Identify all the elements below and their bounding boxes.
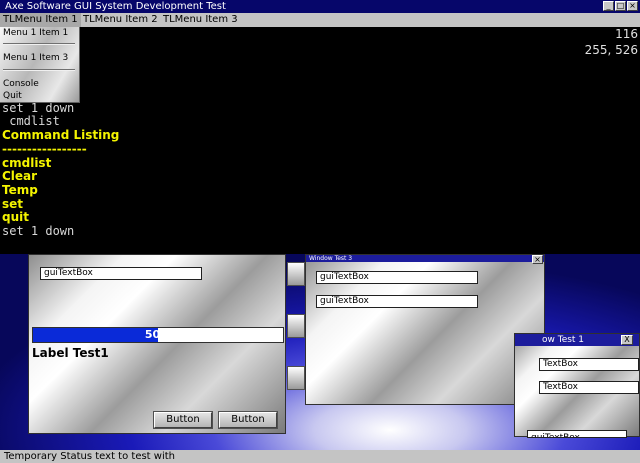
text-box-2[interactable]: TextBox [539, 381, 639, 394]
text-box-1[interactable]: guiTextBox [316, 271, 478, 284]
console-line: cmdlist [2, 114, 60, 129]
window-title: ow Test 1 [542, 335, 585, 345]
coord-readout-1: 116 [615, 27, 638, 41]
test-window-right: ow Test 1 X TextBox TextBox guiTextBox [514, 333, 640, 438]
text-box-3[interactable]: guiTextBox [527, 430, 627, 438]
menu-item-3[interactable]: TLMenu Item 3 [160, 13, 241, 27]
progress-text: 50% [144, 328, 172, 341]
dropdown-menu: Menu 1 Item 1 Menu 1 Item 3 Console Quit [0, 27, 80, 103]
window-title: Axe Software GUI System Development Test [5, 1, 226, 12]
menu-separator [3, 69, 75, 71]
console-line: quit [2, 210, 29, 225]
menu-item-2[interactable]: TLMenu Item 2 [80, 13, 161, 27]
button-2[interactable]: Button [218, 411, 278, 429]
text-box-2[interactable]: guiTextBox [316, 295, 478, 308]
label-test1: Label Test1 [32, 346, 109, 360]
menu-separator [3, 43, 75, 45]
console-line: Command Listing [2, 128, 120, 143]
window-title-bar[interactable]: Window Test 3 [306, 255, 544, 262]
minimize-button[interactable]: _ [603, 1, 614, 11]
menu-bar: TLMenu Item 1 TLMenu Item 2 TLMenu Item … [0, 13, 640, 27]
console-panel[interactable]: 116 255, 526 set 2 upset 1 down cmdlistC… [0, 27, 640, 254]
title-bar[interactable]: Axe Software GUI System Development Test… [0, 0, 640, 13]
coord-readout-2: 255, 526 [584, 43, 638, 57]
console-line: cmdlist [2, 155, 52, 170]
console-line: set 1 down [2, 224, 75, 238]
status-bar: Temporary Status text to test with [0, 450, 640, 463]
progress-bar: 50% [32, 327, 284, 343]
test-window-left: guiTextBox 50% Label Test1 Button Button [28, 254, 286, 434]
console-line: ----------------- [2, 141, 87, 156]
close-icon[interactable]: × [532, 255, 543, 264]
menu-item-1[interactable]: TLMenu Item 1 [0, 13, 81, 27]
dropdown-item-menu1-item3[interactable]: Menu 1 Item 3 [3, 53, 68, 63]
close-icon[interactable]: X [621, 335, 633, 345]
status-text: Temporary Status text to test with [4, 451, 175, 462]
maximize-button[interactable]: □ [615, 1, 626, 11]
console-line: set [2, 196, 24, 211]
button-1[interactable]: Button [153, 411, 213, 429]
side-tab-1[interactable] [287, 262, 305, 286]
console-line: Temp [2, 182, 38, 197]
dropdown-item-menu1-item1[interactable]: Menu 1 Item 1 [3, 28, 68, 38]
text-box-1[interactable]: TextBox [539, 358, 639, 371]
side-tab-2[interactable] [287, 314, 305, 338]
text-box[interactable]: guiTextBox [40, 267, 202, 280]
dropdown-item-quit[interactable]: Quit [3, 91, 22, 101]
close-button[interactable]: × [627, 1, 638, 11]
dropdown-item-console[interactable]: Console [3, 79, 39, 89]
console-line: Clear [2, 169, 38, 184]
side-tab-3[interactable] [287, 366, 305, 390]
test-window-middle: Window Test 3 × guiTextBox guiTextBox [305, 254, 545, 405]
